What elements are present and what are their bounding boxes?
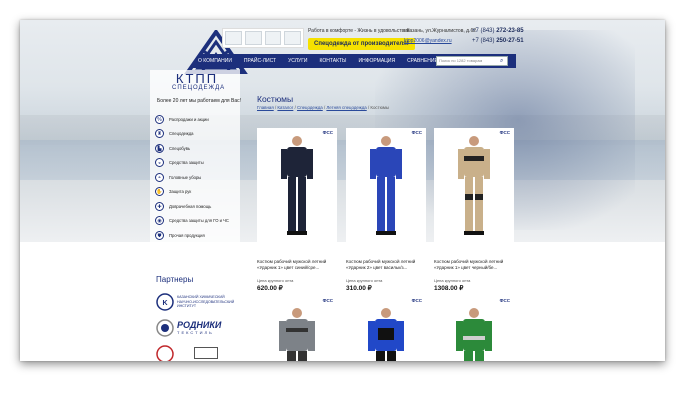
partners-title: Партнеры <box>156 275 194 284</box>
partner-emblem-icon <box>156 345 174 361</box>
product-price: 1308.00 ₽ <box>434 285 464 292</box>
category-civil-defense[interactable]: ◉ Средства защиты для ГО и ЧС <box>155 214 245 229</box>
nav-contacts[interactable]: КОНТАКТЫ <box>314 58 353 64</box>
product-card-6[interactable]: ФСС <box>434 296 514 361</box>
partner-emblem-icon: K <box>156 293 174 311</box>
page-title: Костюмы <box>257 94 294 104</box>
slogan: Работа в комфорте - Жизнь в удовольствие <box>308 28 410 34</box>
first-aid-icon: ✚ <box>155 201 164 211</box>
search-icon[interactable]: ⌕ <box>500 58 506 64</box>
breadcrumb-workwear[interactable]: Спецодежда <box>297 105 323 110</box>
category-hands[interactable]: ✋ Защита рук <box>155 185 245 200</box>
partner-logo-rodniki[interactable]: РОДНИКИ ТЕКСТИЛЬ <box>156 319 238 337</box>
product-card-3[interactable]: ФСС <box>434 128 514 242</box>
product-image[interactable] <box>277 134 317 238</box>
category-first-aid[interactable]: ✚ Доврачебная помощь <box>155 199 245 214</box>
certificates-block[interactable] <box>222 28 304 48</box>
partner-logo-3[interactable] <box>156 345 238 361</box>
category-sales[interactable]: % Распродажи и акции <box>155 112 245 127</box>
nav-services[interactable]: УСЛУГИ <box>282 58 313 64</box>
breadcrumb-summer[interactable]: Летняя спецодежда <box>326 105 366 110</box>
breadcrumb-catalog[interactable]: Каталог <box>277 105 293 110</box>
breadcrumb: Главная / Каталог / Спецодежда / Летняя … <box>257 105 390 110</box>
nav-about[interactable]: О КОМПАНИИ <box>192 58 238 64</box>
product-name[interactable]: Костюм рабочий мужской летний «Ударник 1… <box>257 259 333 271</box>
search-input[interactable]: Поиск по 1282 товарам ⌕ <box>436 56 508 66</box>
category-protection[interactable]: ◒ Средства защиты <box>155 156 245 171</box>
phone-1[interactable]: +7 (843) 272-23-85 <box>472 28 524 34</box>
product-image[interactable] <box>275 306 319 361</box>
category-other[interactable]: ⛊ Прочая продукция <box>155 228 245 243</box>
fss-badge: ФСС <box>499 298 510 303</box>
gasmask-icon: ◉ <box>155 216 164 226</box>
price-label: Цена крупного опта <box>346 278 383 283</box>
product-card-2[interactable]: ФСС <box>346 128 426 242</box>
partner-emblem-icon <box>156 319 174 337</box>
product-image[interactable] <box>452 306 496 361</box>
breadcrumb-current: Костюмы <box>370 105 390 110</box>
product-name[interactable]: Костюм рабочий мужской летний «Ударник 1… <box>434 259 510 271</box>
respirator-icon: ◒ <box>155 158 164 168</box>
product-card-1[interactable]: ФСС <box>257 128 337 242</box>
promo-banner[interactable]: Спецодежда от производителя! <box>308 38 415 50</box>
product-image[interactable] <box>454 134 494 238</box>
screenshot-frame: Работа в комфорте - Жизнь в удовольствие… <box>20 20 665 361</box>
fss-badge: ФСС <box>322 298 333 303</box>
product-image[interactable] <box>364 306 408 361</box>
product-price: 310.00 ₽ <box>346 285 372 292</box>
since-text: Более 20 лет мы работаем для Вас! <box>156 98 242 104</box>
fss-badge: ФСС <box>499 130 510 135</box>
category-workwear[interactable]: ♜ Спецодежда <box>155 127 245 142</box>
email-link[interactable]: ktpp2006@yandex.ru <box>404 38 452 44</box>
jacket-icon: ♜ <box>155 129 164 139</box>
price-label: Цена крупного опта <box>434 278 471 283</box>
partner-badge-icon <box>194 347 218 359</box>
phone-2[interactable]: +7 (843) 250-27-51 <box>472 38 524 44</box>
nav-price-list[interactable]: ПРАЙС-ЛИСТ <box>238 58 282 64</box>
hero-background <box>20 20 665 242</box>
nav-info[interactable]: ИНФОРМАЦИЯ <box>352 58 401 64</box>
fss-badge: ФСС <box>322 130 333 135</box>
product-image[interactable] <box>366 134 406 238</box>
percent-icon: % <box>155 114 164 124</box>
partner-logo-kniikhi[interactable]: K КАЗАНСКИЙ ХИМИЧЕСКИЙ НАУЧНО-ИССЛЕДОВАТ… <box>156 293 238 311</box>
breadcrumb-home[interactable]: Главная <box>257 105 274 110</box>
product-price: 620.00 ₽ <box>257 285 283 292</box>
product-card-5[interactable]: ФСС <box>346 296 426 361</box>
address: г.Казань, ул.Журналистов, д.62 <box>404 28 477 34</box>
price-label: Цена крупного опта <box>257 278 294 283</box>
category-footwear[interactable]: ▙ Спецобувь <box>155 141 245 156</box>
category-headwear[interactable]: ◓ Головные уборы <box>155 170 245 185</box>
brand[interactable]: КТПП СПЕЦОДЕЖДА <box>172 72 224 91</box>
fss-badge: ФСС <box>411 298 422 303</box>
helmet-icon: ◓ <box>155 172 164 182</box>
boot-icon: ▙ <box>155 143 164 153</box>
glove-icon: ✋ <box>155 187 164 197</box>
product-card-4[interactable]: ФСС <box>257 296 337 361</box>
fss-badge: ФСС <box>411 130 422 135</box>
category-list: % Распродажи и акции ♜ Спецодежда ▙ Спецобу… <box>155 112 245 243</box>
svg-text:K: K <box>162 300 167 307</box>
product-name[interactable]: Костюм рабочий мужской летний «Ударник 2… <box>346 259 422 271</box>
shield-icon: ⛊ <box>155 230 164 240</box>
